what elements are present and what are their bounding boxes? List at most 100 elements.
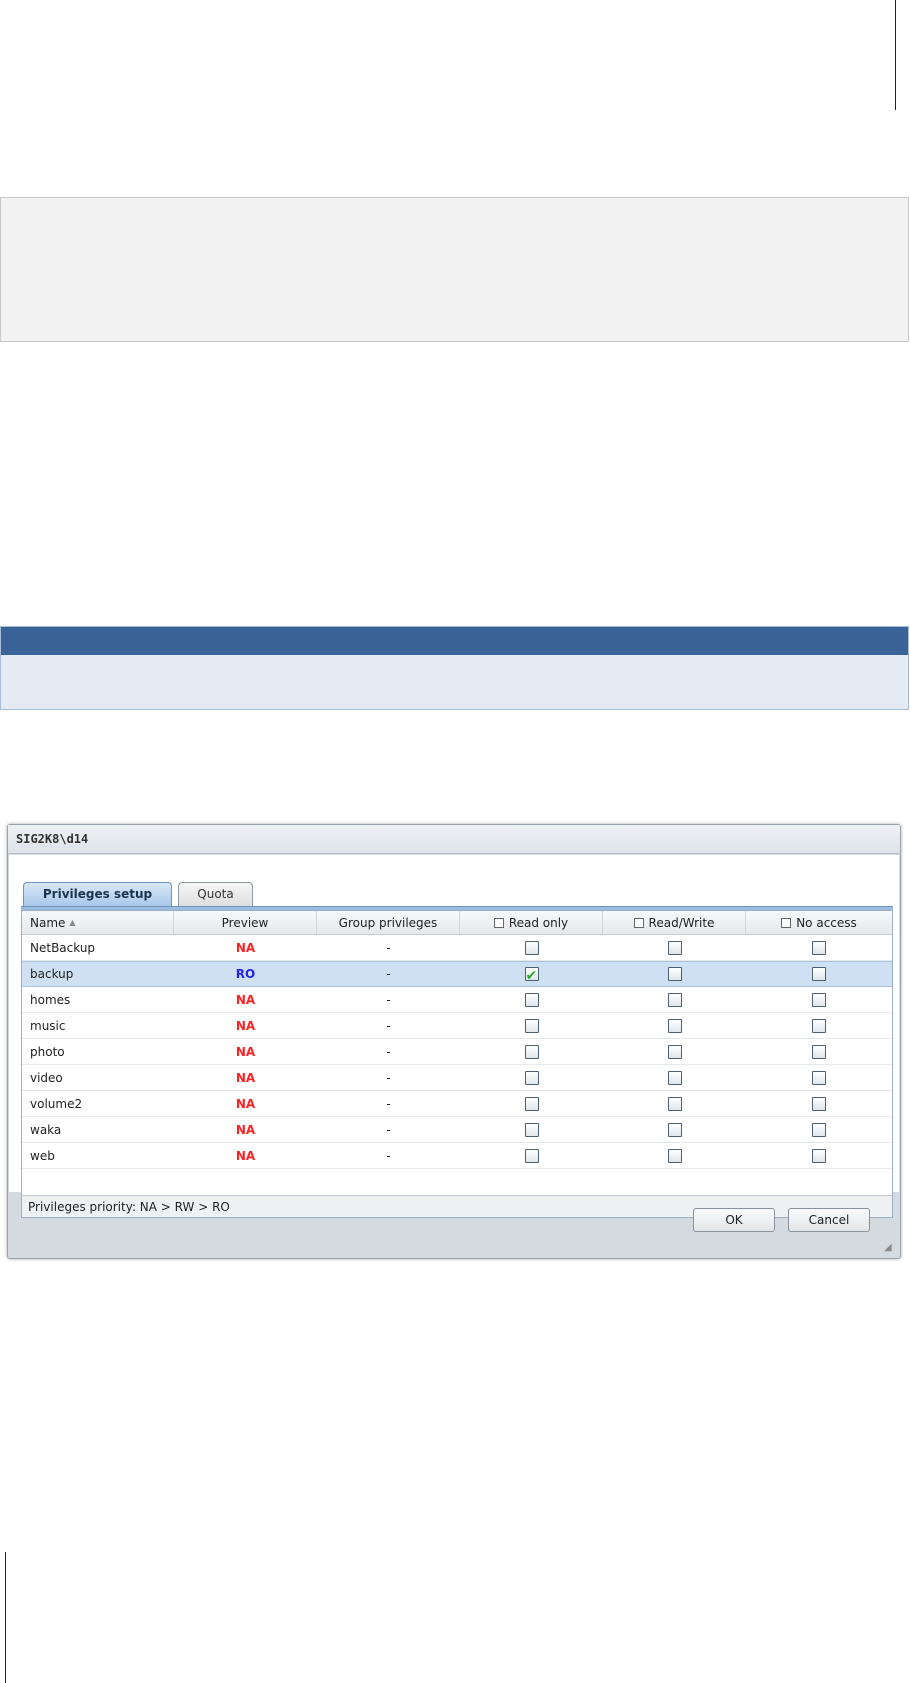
group-privileges-value: - bbox=[386, 1070, 391, 1085]
column-header-group-privileges[interactable]: Group privileges bbox=[317, 911, 460, 934]
share-name: waka bbox=[30, 1122, 62, 1137]
no-access-checkbox[interactable] bbox=[812, 1018, 826, 1033]
no-access-checkbox[interactable] bbox=[812, 992, 826, 1007]
ok-button[interactable]: OK bbox=[693, 1208, 775, 1232]
no-access-checkbox-cell bbox=[746, 962, 892, 986]
no-access-checkbox[interactable] bbox=[812, 1122, 826, 1137]
table-row[interactable]: homes NA - bbox=[22, 987, 892, 1013]
table-row[interactable]: volume2 NA - bbox=[22, 1091, 892, 1117]
select-all-read-write-checkbox[interactable] bbox=[633, 917, 644, 928]
no-access-checkbox[interactable] bbox=[812, 967, 826, 981]
read-write-checkbox[interactable] bbox=[667, 940, 682, 955]
read-write-checkbox[interactable] bbox=[667, 1018, 682, 1033]
read-write-checkbox[interactable] bbox=[667, 992, 682, 1007]
read-only-checkbox[interactable] bbox=[524, 1018, 539, 1033]
group-privileges-value: - bbox=[386, 967, 391, 981]
no-access-checkbox[interactable] bbox=[812, 1148, 826, 1163]
column-header-read-write[interactable]: Read/Write bbox=[603, 911, 746, 934]
preview-value: NA bbox=[235, 940, 256, 955]
read-write-checkbox-cell bbox=[603, 987, 746, 1012]
column-header-preview[interactable]: Preview bbox=[174, 911, 317, 934]
no-access-checkbox-cell bbox=[746, 1065, 892, 1090]
preview-value: NA bbox=[235, 1018, 256, 1033]
no-access-checkbox-cell bbox=[746, 1039, 892, 1064]
group-privileges-value: - bbox=[386, 1148, 391, 1163]
share-name: web bbox=[30, 1148, 55, 1163]
share-name: volume2 bbox=[30, 1096, 83, 1111]
read-only-checkbox-cell bbox=[460, 1143, 603, 1168]
column-header-name[interactable]: Name ▲ bbox=[22, 911, 174, 934]
group-privileges-value: - bbox=[386, 1044, 391, 1059]
column-header-read-only-label: Read only bbox=[508, 915, 569, 930]
preview-value: NA bbox=[235, 992, 256, 1007]
read-only-checkbox[interactable] bbox=[524, 1122, 539, 1137]
read-write-checkbox-cell bbox=[603, 1143, 746, 1168]
resize-grip-icon[interactable]: ◢ bbox=[884, 1242, 896, 1254]
table-row[interactable]: music NA - bbox=[22, 1013, 892, 1039]
dialog-title: SIG2K8\d14 bbox=[8, 825, 900, 854]
column-header-no-access[interactable]: No access bbox=[746, 911, 892, 934]
column-header-group-label: Group privileges bbox=[338, 915, 438, 930]
read-only-checkbox[interactable] bbox=[524, 1070, 539, 1085]
read-write-checkbox[interactable] bbox=[667, 1122, 682, 1137]
table-row[interactable]: photo NA - bbox=[22, 1039, 892, 1065]
read-write-checkbox[interactable] bbox=[667, 1096, 682, 1111]
read-only-checkbox[interactable] bbox=[524, 992, 539, 1007]
table-row[interactable]: video NA - bbox=[22, 1065, 892, 1091]
no-access-checkbox[interactable] bbox=[812, 940, 826, 955]
group-privileges-value: - bbox=[386, 992, 391, 1007]
group-privileges-value: - bbox=[386, 1018, 391, 1033]
read-only-checkbox[interactable] bbox=[524, 1044, 539, 1059]
read-only-checkbox-cell bbox=[460, 1013, 603, 1038]
table-row[interactable]: waka NA - bbox=[22, 1117, 892, 1143]
no-access-checkbox-cell bbox=[746, 987, 892, 1012]
read-write-checkbox-cell bbox=[603, 962, 746, 986]
no-access-checkbox[interactable] bbox=[812, 1044, 826, 1059]
dialog-content: Privileges setup Quota Name ▲ Preview Gr… bbox=[9, 855, 899, 1218]
read-write-checkbox[interactable] bbox=[667, 967, 682, 981]
read-only-checkbox-checked[interactable] bbox=[524, 963, 539, 989]
read-only-checkbox[interactable] bbox=[524, 1096, 539, 1111]
read-write-checkbox-cell bbox=[603, 1117, 746, 1142]
read-write-checkbox[interactable] bbox=[667, 1070, 682, 1085]
table-band bbox=[0, 626, 909, 710]
table-row[interactable]: web NA - bbox=[22, 1143, 892, 1169]
no-access-checkbox-cell bbox=[746, 1143, 892, 1168]
read-write-checkbox[interactable] bbox=[667, 1148, 682, 1163]
preview-value: NA bbox=[235, 1070, 256, 1085]
privileges-dialog: SIG2K8\d14 Privileges setup Quota Name ▲… bbox=[7, 824, 901, 1259]
select-all-read-only-checkbox[interactable] bbox=[493, 917, 504, 928]
no-access-checkbox-cell bbox=[746, 1091, 892, 1116]
no-access-checkbox-cell bbox=[746, 1013, 892, 1038]
select-all-no-access-checkbox[interactable] bbox=[781, 917, 792, 928]
read-write-checkbox-cell bbox=[603, 1013, 746, 1038]
read-only-checkbox-cell bbox=[460, 1039, 603, 1064]
share-name: photo bbox=[30, 1044, 65, 1059]
page-edge-line-bottom bbox=[5, 1552, 6, 1683]
share-name: backup bbox=[30, 967, 74, 981]
table-row[interactable]: backup RO - bbox=[22, 961, 892, 989]
no-access-checkbox-cell bbox=[746, 935, 892, 960]
read-only-checkbox[interactable] bbox=[524, 940, 539, 955]
tab-bar: Privileges setup Quota bbox=[23, 882, 253, 907]
column-header-read-only[interactable]: Read only bbox=[460, 911, 603, 934]
group-privileges-value: - bbox=[386, 1122, 391, 1137]
read-write-checkbox-cell bbox=[603, 935, 746, 960]
tab-privileges-setup[interactable]: Privileges setup bbox=[23, 882, 172, 907]
grid-header: Name ▲ Preview Group privileges Read onl… bbox=[22, 911, 892, 935]
cancel-button[interactable]: Cancel bbox=[788, 1208, 870, 1232]
sort-ascending-icon: ▲ bbox=[69, 917, 76, 927]
share-name: video bbox=[30, 1070, 63, 1085]
share-name: NetBackup bbox=[30, 940, 96, 955]
table-row[interactable]: NetBackup NA - bbox=[22, 935, 892, 961]
read-only-checkbox-cell bbox=[460, 1117, 603, 1142]
column-header-read-write-label: Read/Write bbox=[648, 915, 715, 930]
read-only-checkbox-cell bbox=[460, 1091, 603, 1116]
read-only-checkbox[interactable] bbox=[524, 1148, 539, 1163]
no-access-checkbox[interactable] bbox=[812, 1070, 826, 1085]
tab-quota[interactable]: Quota bbox=[178, 882, 253, 907]
no-access-checkbox[interactable] bbox=[812, 1096, 826, 1111]
read-write-checkbox[interactable] bbox=[667, 1044, 682, 1059]
preview-value: NA bbox=[235, 1148, 256, 1163]
grid-rows: NetBackupNA-backupRO-homesNA-musicNA-pho… bbox=[22, 935, 892, 1169]
